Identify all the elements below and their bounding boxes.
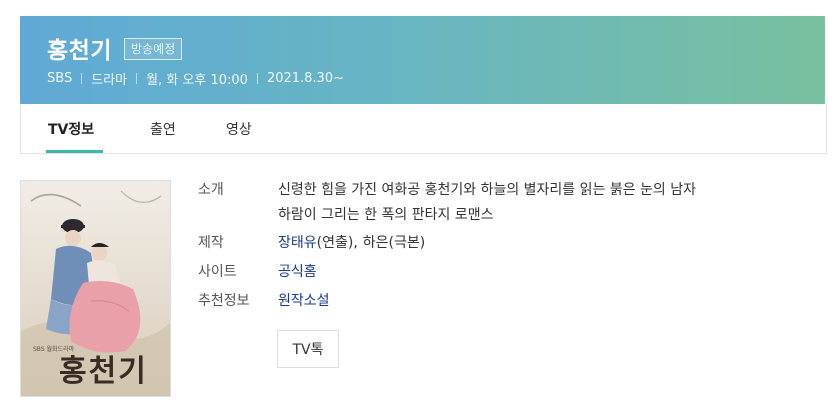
meta-schedule: 월, 화 오후 10:00 <box>146 73 248 88</box>
writer-name: 하은 <box>362 235 389 251</box>
program-title[interactable]: 홍천기 <box>47 31 112 65</box>
status-badge: 방송예정 <box>123 38 183 60</box>
program-header: 홍천기 방송예정 SBS 드라마 월, 화 오후 10:00 2021.8.30… <box>20 16 825 104</box>
intro-text-line-2: 하람이 그리는 한 폭의 판타지 로맨스 <box>278 207 494 223</box>
writer-role: (극본) <box>388 235 426 251</box>
recommendation-label: 추천정보 <box>198 293 250 309</box>
meta-channel: SBS <box>47 71 73 86</box>
tab-cast[interactable]: 출연 <box>150 119 176 139</box>
original-novel-link[interactable]: 원작소설 <box>278 290 330 310</box>
tab-video[interactable]: 영상 <box>226 119 252 139</box>
meta-divider <box>81 73 83 84</box>
director-link[interactable]: 장태유 <box>278 235 317 251</box>
production-label: 제작 <box>198 235 224 251</box>
poster-title: 홍천기 <box>59 354 148 389</box>
tab-bar: TV정보 출연 영상 <box>20 104 827 154</box>
tab-tv-info[interactable]: TV정보 <box>48 119 94 139</box>
program-poster[interactable]: SBS 월화드라마 홍천기 <box>20 180 171 397</box>
production-value: 장태유(연출), 하은(극본) <box>278 232 425 252</box>
intro-text-line-1: 신령한 힘을 가진 여화공 홍천기와 하늘의 별자리를 읽는 붉은 눈의 남자 <box>278 182 697 198</box>
meta-genre: 드라마 <box>91 73 128 88</box>
director-role: (연출), <box>316 235 358 251</box>
site-label: 사이트 <box>198 264 237 280</box>
tvtalk-button[interactable]: TV톡 <box>277 330 339 368</box>
meta-divider <box>256 73 258 84</box>
official-site-link[interactable]: 공식홈 <box>278 261 317 281</box>
meta-divider <box>136 73 138 84</box>
meta-start-date: 2021.8.30~ <box>266 71 344 86</box>
intro-label: 소개 <box>198 182 224 198</box>
title-row: 홍천기 방송예정 <box>47 31 183 65</box>
active-tab-indicator <box>46 150 103 153</box>
program-meta: SBS 드라마 월, 화 오후 10:00 2021.8.30~ <box>47 69 344 88</box>
